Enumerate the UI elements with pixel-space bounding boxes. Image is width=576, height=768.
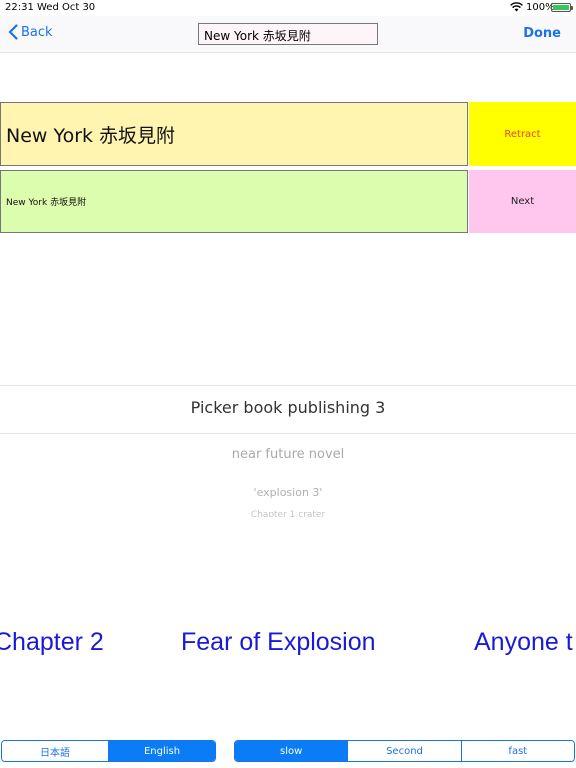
picker-row[interactable]: 'explosion 3' (0, 486, 576, 499)
battery-level-fill (553, 5, 569, 10)
picker-divider-top (0, 385, 576, 386)
status-time: 22:31 (5, 2, 34, 13)
wifi-icon (510, 2, 523, 12)
navigation-bar: Back New York 赤坂見附 Done (0, 16, 576, 53)
done-button[interactable]: Done (523, 26, 561, 41)
chevron-left-icon (8, 24, 18, 40)
scrolling-marquee: Chapter 2 Fear of Explosion Anyone t (0, 628, 576, 668)
back-label: Back (21, 24, 53, 40)
title-text-field[interactable]: New York 赤坂見附 (198, 23, 378, 45)
status-date: Wed Oct 30 (37, 2, 96, 13)
picker-row[interactable]: Chapter 1 crater (0, 509, 576, 517)
language-segmented-control: 日本語 English (1, 740, 216, 762)
small-text-row: New York 赤坂見附 Next (0, 170, 576, 233)
speed-segmented-control: slow Second fast (234, 740, 575, 762)
segment-fast[interactable]: fast (460, 741, 574, 761)
next-button[interactable]: Next (469, 170, 576, 233)
picker-row[interactable]: near future novel (0, 447, 576, 462)
segment-second[interactable]: Second (347, 741, 461, 761)
small-text-display[interactable]: New York 赤坂見附 (0, 170, 468, 233)
segment-slow[interactable]: slow (235, 741, 348, 761)
large-text-display[interactable]: New York 赤坂見附 (0, 102, 468, 166)
marquee-item: Chapter 2 (0, 628, 104, 656)
battery-icon (551, 3, 573, 12)
segment-english[interactable]: English (108, 741, 215, 761)
picker-divider-bottom (0, 433, 576, 434)
marquee-item: Anyone t (474, 628, 573, 656)
back-button[interactable]: Back (8, 24, 53, 40)
picker-selected-row[interactable]: Picker book publishing 3 (0, 398, 576, 417)
retract-button[interactable]: Retract (469, 102, 576, 166)
marquee-item: Fear of Explosion (181, 628, 376, 656)
status-bar: 22:31 Wed Oct 30 100% (0, 0, 576, 16)
large-text-row: New York 赤坂見附 Retract (0, 102, 576, 166)
segment-japanese[interactable]: 日本語 (2, 741, 108, 761)
